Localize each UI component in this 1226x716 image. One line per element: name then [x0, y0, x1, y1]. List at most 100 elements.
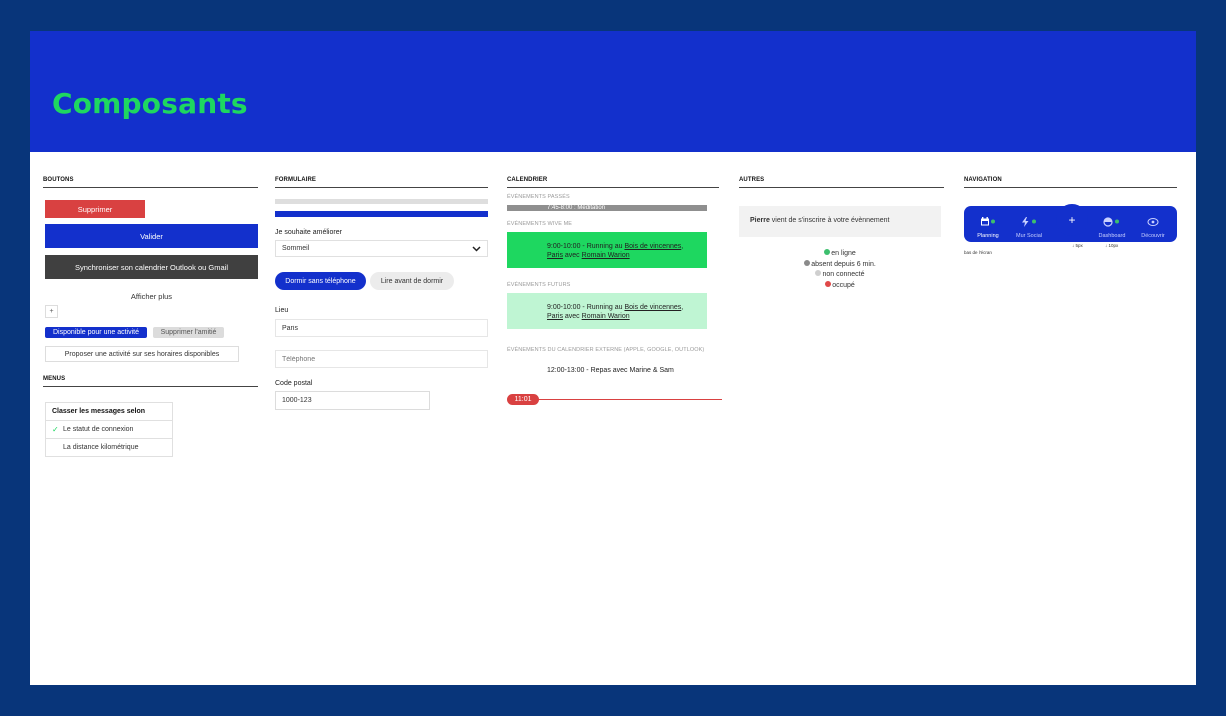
- delete-button[interactable]: Supprimer: [45, 200, 145, 218]
- status-away: absent depuis 6 min.: [739, 259, 941, 271]
- select-value: Sommeil: [282, 245, 310, 252]
- section-title: BOUTONS: [43, 177, 258, 188]
- validate-button[interactable]: Valider: [45, 224, 258, 248]
- note-5px: ↓ 5px: [1072, 243, 1083, 248]
- status-dot-icon: [815, 270, 822, 276]
- future-event-card[interactable]: 9:00-10:00 - Running au Bois de vincenne…: [507, 293, 707, 329]
- select-label: Je souhaite améliorer: [275, 229, 342, 236]
- event-with: avec: [562, 252, 582, 259]
- section-title: NAVIGATION: [964, 177, 1177, 188]
- lieu-input[interactable]: [275, 319, 488, 337]
- event-with: avec: [562, 313, 582, 320]
- dashboard-icon: [1103, 217, 1119, 227]
- available-tag-button[interactable]: Disponible pour une activité: [45, 327, 147, 338]
- status-label: en ligne: [831, 250, 856, 257]
- note-label: 10px: [1108, 243, 1119, 248]
- note-label: 5px: [1075, 243, 1083, 248]
- progress-bar: [275, 211, 488, 217]
- external-events-label: ÉVÉNEMENTS DU CALENDRIER EXTERNE (APPLE,…: [507, 347, 705, 353]
- arrow-down-icon: ↓: [1072, 243, 1075, 248]
- phone-input[interactable]: [275, 350, 488, 368]
- page-title: Composants: [52, 87, 248, 120]
- pill-read-before-sleep[interactable]: Lire avant de dormir: [370, 272, 454, 290]
- current-time-badge: 11:01: [507, 394, 539, 405]
- vive-event-card[interactable]: 9:00-10:00 - Running au Bois de vincenne…: [507, 232, 707, 268]
- propose-activity-button[interactable]: Proposer une activité sur ses horaires d…: [45, 346, 239, 362]
- status-online: en ligne: [739, 249, 941, 260]
- nav-item-label: Dashboard: [1098, 233, 1126, 239]
- postal-label: Code postal: [275, 380, 313, 387]
- section-title: AUTRES: [739, 177, 944, 188]
- past-events-label: ÉVÉNEMENTS PASSÉS: [507, 194, 570, 200]
- event-place-link[interactable]: Bois de vincennes: [624, 243, 681, 250]
- section-title: CALENDRIER: [507, 177, 719, 188]
- past-event[interactable]: 7:45-8:00 : Méditation: [507, 205, 707, 211]
- boutons-section: BOUTONS Supprimer Valider Synchroniser s…: [43, 177, 258, 362]
- improve-select[interactable]: Sommeil: [275, 240, 488, 257]
- nav-item-planning[interactable]: Planning: [972, 214, 1004, 239]
- bolt-icon: [1022, 217, 1036, 227]
- section-title: FORMULAIRE: [275, 177, 488, 188]
- progress-track: [275, 199, 488, 204]
- sync-calendar-button[interactable]: Synchroniser son calendrier Outlook ou G…: [45, 255, 258, 279]
- event-city-link[interactable]: Paris: [547, 252, 563, 259]
- status-label: non connecté: [822, 271, 865, 278]
- event-time: 9:00-10:00 - Running au: [547, 304, 625, 311]
- nav-item-mur-social[interactable]: Mur Social: [1012, 214, 1046, 239]
- sort-menu: Classer les messages selon ✓ Le statut d…: [45, 402, 173, 457]
- status-dot-icon: [824, 249, 831, 255]
- lieu-label: Lieu: [275, 307, 289, 314]
- nav-item-label: Mur Social: [1016, 233, 1042, 239]
- status-busy: occupé: [739, 280, 941, 292]
- status-dot-icon: [825, 280, 832, 287]
- menu-header: Classer les messages selon: [46, 403, 172, 421]
- remove-friend-tag-button[interactable]: Supprimer l'amitié: [153, 327, 224, 338]
- status-dot-icon: [804, 259, 811, 266]
- page-frame: Composants BOUTONS Supprimer Valider Syn…: [30, 31, 1196, 685]
- notification-card[interactable]: Pierre vient de s'inscrire à votre évènn…: [739, 206, 941, 237]
- menu-item-label: Le statut de connexion: [63, 425, 134, 433]
- plus-button[interactable]: +: [45, 305, 58, 318]
- event-person-link[interactable]: Romain Warion: [582, 313, 630, 320]
- nav-item-label: Découvrir: [1141, 233, 1165, 239]
- show-more-button[interactable]: Afficher plus: [45, 289, 258, 303]
- calendar-icon: [981, 217, 995, 226]
- event-time: 9:00-10:00 - Running au: [547, 243, 625, 250]
- section-title: MENUS: [43, 376, 258, 387]
- postal-code-input[interactable]: [275, 391, 430, 410]
- add-fab-button[interactable]: +: [1056, 204, 1088, 236]
- menu-item-distance[interactable]: La distance kilométrique: [46, 439, 172, 456]
- menu-item-connection-status[interactable]: ✓ Le statut de connexion: [46, 421, 172, 439]
- notification-text: vient de s'inscrire à votre évènnement: [769, 217, 890, 224]
- formulaire-section: FORMULAIRE Je souhaite améliorer Sommeil…: [275, 177, 488, 410]
- hero-banner: Composants: [30, 31, 1196, 152]
- event-separator: ,: [681, 304, 684, 311]
- nav-item-label: Planning: [977, 233, 999, 239]
- event-separator: ,: [681, 243, 684, 250]
- arrow-down-icon: ↓: [1105, 243, 1108, 248]
- navigation-section: NAVIGATION Planning Mur Social + Dashboa…: [964, 177, 1177, 255]
- menu-item-label: La distance kilométrique: [63, 444, 139, 451]
- nav-item-decouvrir[interactable]: Découvrir: [1136, 214, 1170, 239]
- note-bottom-screen: bas de l'écran: [964, 250, 992, 255]
- status-list: en ligne absent depuis 6 min. non connec…: [739, 249, 941, 291]
- notification-name: Pierre: [750, 217, 770, 224]
- status-offline: non connecté: [739, 270, 941, 281]
- bottom-nav-bar: Planning Mur Social + Dashboard Découvri…: [964, 204, 1177, 242]
- event-city-link[interactable]: Paris: [547, 313, 563, 320]
- external-event[interactable]: 12:00-13:00 - Repas avec Marine & Sam: [547, 367, 674, 374]
- vive-events-label: ÉVÉNEMENTS WIVE ME: [507, 221, 573, 227]
- event-person-link[interactable]: Romain Warion: [582, 252, 630, 259]
- menus-section: MENUS Classer les messages selon ✓ Le st…: [43, 376, 258, 457]
- pill-sleep-no-phone[interactable]: Dormir sans téléphone: [275, 272, 366, 290]
- future-events-label: ÉVÉNEMENTS FUTURS: [507, 282, 571, 288]
- chevron-down-icon: [472, 245, 481, 252]
- status-label: absent depuis 6 min.: [811, 260, 876, 268]
- event-place-link[interactable]: Bois de vincennes: [624, 304, 681, 311]
- eye-icon: [1147, 218, 1159, 226]
- calendrier-section: CALENDRIER ÉVÉNEMENTS PASSÉS 7:45-8:00 :…: [507, 177, 722, 405]
- current-time-line: [537, 399, 722, 400]
- autres-section: AUTRES Pierre vient de s'inscrire à votr…: [739, 177, 944, 289]
- note-10px: ↓ 10px: [1105, 243, 1118, 248]
- nav-item-dashboard[interactable]: Dashboard: [1095, 214, 1129, 239]
